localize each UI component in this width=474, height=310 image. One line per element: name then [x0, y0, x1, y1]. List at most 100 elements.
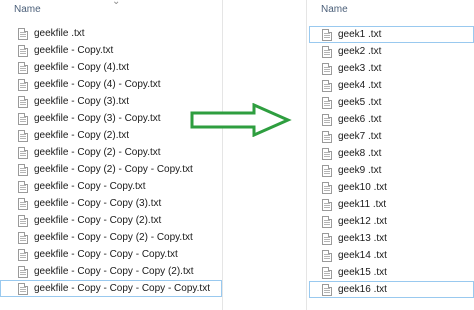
file-row[interactable]: geek5 .txt [309, 94, 474, 111]
text-file-icon [18, 44, 28, 57]
right-file-pane: Name geek1 .txt geek2 .txt geek3 .txt geek4… [309, 0, 474, 310]
file-name: geek9 .txt [338, 165, 382, 176]
file-row[interactable]: geekfile - Copy (4).txt [0, 59, 222, 76]
text-file-icon [18, 61, 28, 74]
name-column-label: Name [14, 4, 41, 15]
file-name: geekfile - Copy - Copy.txt [34, 181, 146, 192]
text-file-icon [322, 45, 332, 58]
text-file-icon [322, 62, 332, 75]
file-name: geekfile - Copy - Copy - Copy - Copy.txt [34, 283, 210, 294]
file-row[interactable]: geekfile - Copy - Copy - Copy.txt [0, 246, 222, 263]
file-row[interactable]: geekfile .txt [0, 25, 222, 42]
file-row[interactable]: geekfile - Copy (3).txt [0, 93, 222, 110]
file-row[interactable]: geekfile - Copy - Copy (3).txt [0, 195, 222, 212]
file-name: geek3 .txt [338, 63, 382, 74]
file-row[interactable]: geekfile - Copy (2) - Copy - Copy.txt [0, 161, 222, 178]
text-file-icon [18, 146, 28, 159]
name-column-header[interactable]: Name [14, 4, 41, 15]
text-file-icon [322, 198, 332, 211]
text-file-icon [18, 265, 28, 278]
text-file-icon [18, 197, 28, 210]
file-name: geek1 .txt [338, 29, 382, 40]
text-file-icon [18, 248, 28, 261]
file-name: geekfile - Copy - Copy (2) - Copy.txt [34, 232, 193, 243]
text-file-icon [18, 163, 28, 176]
file-row[interactable]: geek8 .txt [309, 145, 474, 162]
file-row[interactable]: geekfile - Copy (3) - Copy.txt [0, 110, 222, 127]
file-name: geekfile - Copy - Copy (3).txt [34, 198, 162, 209]
file-row[interactable]: geekfile - Copy - Copy (2).txt [0, 212, 222, 229]
file-name: geekfile - Copy (3).txt [34, 96, 130, 107]
file-row[interactable]: geek3 .txt [309, 60, 474, 77]
file-row[interactable]: geekfile - Copy - Copy - Copy (2).txt [0, 263, 222, 280]
file-row[interactable]: geekfile - Copy - Copy (2) - Copy.txt [0, 229, 222, 246]
text-file-icon [18, 231, 28, 244]
file-row[interactable]: geek4 .txt [309, 77, 474, 94]
file-row[interactable]: geek16 .txt [309, 281, 474, 298]
file-row[interactable]: geekfile - Copy (4) - Copy.txt [0, 76, 222, 93]
right-file-list: geek1 .txt geek2 .txt geek3 .txt geek4 .txt… [309, 26, 474, 298]
left-file-pane: Name ⌄ geekfile .txt geekfile - Copy.txt g… [0, 0, 222, 310]
left-file-list: geekfile .txt geekfile - Copy.txt geekfile… [0, 25, 222, 297]
file-row[interactable]: geek13 .txt [309, 230, 474, 247]
file-name: geekfile - Copy - Copy - Copy.txt [34, 249, 178, 260]
pane-divider-right [306, 0, 307, 310]
file-name: geekfile - Copy (4).txt [34, 62, 130, 73]
text-file-icon [322, 181, 332, 194]
file-row[interactable]: geek11 .txt [309, 196, 474, 213]
text-file-icon [18, 112, 28, 125]
text-file-icon [322, 232, 332, 245]
file-name: geekfile - Copy (2) - Copy.txt [34, 147, 161, 158]
file-name: geek10 .txt [338, 182, 387, 193]
file-row[interactable]: geek6 .txt [309, 111, 474, 128]
text-file-icon [18, 78, 28, 91]
file-name: geekfile - Copy.txt [34, 45, 114, 56]
file-name: geek6 .txt [338, 114, 382, 125]
file-name: geek14 .txt [338, 250, 387, 261]
file-name: geek4 .txt [338, 80, 382, 91]
text-file-icon [18, 95, 28, 108]
text-file-icon [18, 27, 28, 40]
file-row[interactable]: geek12 .txt [309, 213, 474, 230]
file-row[interactable]: geek14 .txt [309, 247, 474, 264]
text-file-icon [322, 283, 332, 296]
file-row[interactable]: geekfile - Copy - Copy.txt [0, 178, 222, 195]
text-file-icon [322, 249, 332, 262]
file-row[interactable]: geekfile - Copy (2) - Copy.txt [0, 144, 222, 161]
file-row[interactable]: geek15 .txt [309, 264, 474, 281]
file-name: geekfile .txt [34, 28, 85, 39]
file-name: geekfile - Copy (3) - Copy.txt [34, 113, 161, 124]
file-row[interactable]: geekfile - Copy (2).txt [0, 127, 222, 144]
text-file-icon [18, 214, 28, 227]
file-row[interactable]: geekfile - Copy.txt [0, 42, 222, 59]
text-file-icon [322, 215, 332, 228]
text-file-icon [18, 180, 28, 193]
right-arrow-icon [190, 103, 292, 137]
file-name: geek8 .txt [338, 148, 382, 159]
text-file-icon [322, 164, 332, 177]
file-name: geek7 .txt [338, 131, 382, 142]
sort-chevron-icon[interactable]: ⌄ [112, 0, 120, 7]
file-row[interactable]: geek9 .txt [309, 162, 474, 179]
file-name: geekfile - Copy (2) - Copy - Copy.txt [34, 164, 193, 175]
text-file-icon [322, 147, 332, 160]
name-column-label: Name [321, 4, 348, 15]
text-file-icon [18, 282, 28, 295]
file-name: geek15 .txt [338, 267, 387, 278]
file-name: geekfile - Copy (4) - Copy.txt [34, 79, 161, 90]
file-row[interactable]: geek7 .txt [309, 128, 474, 145]
file-row[interactable]: geek10 .txt [309, 179, 474, 196]
file-name: geekfile - Copy - Copy (2).txt [34, 215, 162, 226]
file-row[interactable]: geek2 .txt [309, 43, 474, 60]
file-row[interactable]: geekfile - Copy - Copy - Copy - Copy.txt [0, 280, 222, 297]
text-file-icon [18, 129, 28, 142]
file-name: geek11 .txt [338, 199, 387, 210]
name-column-header-right[interactable]: Name [321, 4, 348, 15]
text-file-icon [322, 266, 332, 279]
file-name: geek5 .txt [338, 97, 382, 108]
file-name: geekfile - Copy - Copy - Copy (2).txt [34, 266, 194, 277]
file-row[interactable]: geek1 .txt [309, 26, 474, 43]
text-file-icon [322, 113, 332, 126]
file-name: geek2 .txt [338, 46, 382, 57]
text-file-icon [322, 130, 332, 143]
